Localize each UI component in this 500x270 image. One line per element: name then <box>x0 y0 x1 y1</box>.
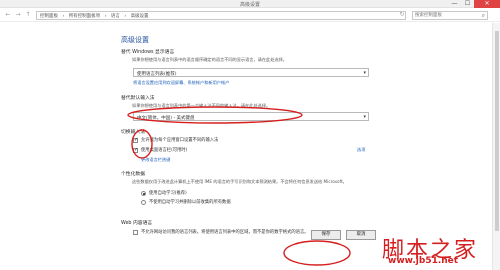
title-bar: 高级设置 — ☐ ✕ <box>0 0 500 8</box>
close-button[interactable]: ✕ <box>474 0 500 8</box>
auto-learning-label: 使用自动学习(推荐) <box>149 191 187 196</box>
no-learning-label: 不使用自动学习并删除以前收集的所有数据 <box>149 200 231 205</box>
input-method-dropdown[interactable]: 中文(简体，中国) - 美式键盘 ▾ <box>133 112 369 121</box>
search-icon[interactable]: ⌕ <box>482 12 485 19</box>
address-bar[interactable]: 控制面板 › 所有控制面板项 › 语言 › 高级设置 <box>36 11 406 20</box>
no-learning-radio-row[interactable]: 不使用自动学习并删除以前收集的所有数据 <box>141 199 231 205</box>
per-app-input-checkbox[interactable] <box>133 137 138 143</box>
chevron-down-icon: ▾ <box>363 70 366 76</box>
window-title: 高级设置 <box>239 2 260 8</box>
auto-learning-radio[interactable] <box>141 190 146 196</box>
save-button[interactable]: 保存 <box>311 230 341 240</box>
language-bar-checkbox-row[interactable]: 使用桌面语言栏(可用时) <box>133 147 187 153</box>
input-method-value: 中文(简体，中国) - 美式键盘 <box>137 115 195 121</box>
per-app-input-label: 允许我为每个应用窗口设置不同的输入法 <box>141 138 219 143</box>
breadcrumb-separator: › <box>62 14 65 19</box>
up-arrow-icon[interactable]: ↑ <box>24 11 32 19</box>
search-input[interactable] <box>415 12 477 19</box>
per-app-input-checkbox-row[interactable]: 允许我为每个应用窗口设置不同的输入法 <box>133 137 218 143</box>
auto-learning-radio-row[interactable]: 使用自动学习(推荐) <box>141 190 187 196</box>
language-bar-checkbox[interactable] <box>133 147 138 153</box>
breadcrumb-language[interactable]: 语言 <box>111 14 120 19</box>
breadcrumb-all-items[interactable]: 所有控制面板项 <box>69 14 101 19</box>
language-bar-label: 使用桌面语言栏(可用时) <box>141 148 188 153</box>
hotkey-link[interactable]: 更改语言栏热键 <box>141 157 170 163</box>
search-box[interactable]: ⌕ <box>412 11 488 20</box>
web-content-checkbox-row[interactable]: 不允许网站访问我的语言列表。将使用语言列表中的区域，而不是你的数字格式的语言。 <box>133 229 309 235</box>
web-content-heading: Web 内容语言 <box>121 221 153 226</box>
address-row: ← → ↑ 控制面板 › 所有控制面板项 › 语言 › 高级设置 ↻ ⌕ <box>0 8 500 22</box>
display-language-description: 如果你想使用与语言列表中的语言顺序确定的语言不同的显示语言，请在此处选择。 <box>132 57 287 62</box>
web-content-checkbox[interactable] <box>133 229 138 235</box>
cancel-button[interactable]: 取消 <box>346 230 376 240</box>
personalization-heading: 个性化数据 <box>121 172 145 177</box>
forward-arrow-icon[interactable]: → <box>14 11 22 19</box>
personalization-description: 这些数据仅用于改进此计算机上不使用 IME 的语言的手写识别和文本预测结果。不会… <box>132 179 347 184</box>
maximize-button[interactable]: ☐ <box>461 0 474 8</box>
chevron-down-icon: ▾ <box>363 114 366 120</box>
web-content-label: 不允许网站访问我的语言列表。将使用语言列表中的区域，而不是你的数字格式的语言。 <box>141 230 309 235</box>
display-language-heading: 替代 Windows 显示语言 <box>121 50 175 55</box>
breadcrumb-advanced[interactable]: 高级设置 <box>131 14 149 19</box>
options-link[interactable]: 选项 <box>357 147 365 153</box>
input-method-heading: 替代默认输入法 <box>121 96 155 101</box>
breadcrumb: 控制面板 › 所有控制面板项 › 语言 › 高级设置 <box>40 13 152 19</box>
scrollbar-thumb[interactable] <box>495 31 499 231</box>
page-title: 高级设置 <box>121 36 149 44</box>
watermark-url: www.jb51.net <box>388 256 459 266</box>
welcome-screen-link[interactable]: 将语言设置应用到欢迎屏幕、系统帐户和新用户帐户 <box>133 80 229 86</box>
breadcrumb-separator: › <box>104 14 107 19</box>
minimize-button[interactable]: — <box>448 0 461 8</box>
display-language-value: 使用语言列表(推荐) <box>137 71 177 77</box>
refresh-icon[interactable]: ↻ <box>398 11 406 19</box>
breadcrumb-separator: › <box>124 14 127 19</box>
display-language-dropdown[interactable]: 使用语言列表(推荐) ▾ <box>133 68 369 77</box>
input-method-description: 如果你想使用与语言列表中的第一个输入法不同的输入法，请在此处选择。 <box>132 103 271 108</box>
switching-heading: 切换输入法 <box>121 130 145 135</box>
back-arrow-icon[interactable]: ← <box>4 11 12 19</box>
no-learning-radio[interactable] <box>141 199 146 205</box>
breadcrumb-control-panel[interactable]: 控制面板 <box>40 14 58 19</box>
scrollbar[interactable] <box>492 23 500 270</box>
